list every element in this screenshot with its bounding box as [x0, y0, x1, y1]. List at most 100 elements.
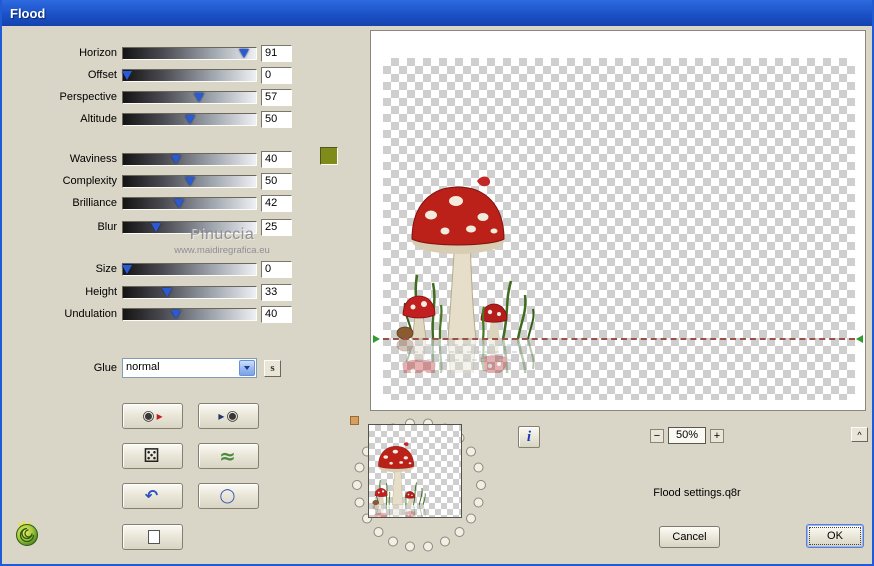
waviness-label: Waviness: [69, 153, 117, 165]
copy-settings-button[interactable]: [122, 524, 183, 550]
preview-thumbnail[interactable]: [368, 424, 462, 518]
horizon-slider[interactable]: [122, 46, 257, 60]
zoom-out-button[interactable]: −: [650, 429, 664, 443]
cancel-button[interactable]: Cancel: [659, 526, 720, 548]
dice-icon: ⚄: [143, 444, 160, 467]
altitude-slider-thumb[interactable]: [184, 114, 195, 124]
altitude-slider[interactable]: [122, 112, 257, 126]
info-button[interactable]: i: [518, 426, 540, 448]
water-color-swatch[interactable]: [320, 147, 338, 165]
disc-icon: ◉: [226, 408, 239, 424]
complexity-label: Complexity: [62, 175, 117, 187]
slider-row-horizon: Horizon: [42, 44, 304, 62]
load-preset-disc-button[interactable]: ◉ ▸: [122, 403, 183, 429]
glue-selected-value: normal: [126, 361, 160, 373]
offset-slider[interactable]: [121, 68, 257, 82]
brilliance-slider-thumb[interactable]: [173, 198, 184, 208]
ok-button[interactable]: OK: [806, 524, 864, 548]
size-label: Size: [95, 263, 117, 275]
horizon-label: Horizon: [79, 47, 117, 59]
offset-slider-thumb[interactable]: [121, 70, 132, 80]
preview-canvas[interactable]: [383, 58, 855, 400]
waves-icon: ≈: [219, 444, 236, 468]
slider-row-brilliance: Brilliance: [42, 194, 304, 212]
slider-row-perspective: Perspective: [42, 88, 304, 106]
size-value-field[interactable]: [261, 260, 292, 278]
height-label: Height: [85, 286, 117, 298]
shell-logo-icon[interactable]: [14, 520, 41, 547]
window-title: Flood: [10, 5, 46, 21]
slider-row-undulation: Undulation: [42, 305, 304, 323]
waviness-slider-thumb[interactable]: [171, 154, 182, 164]
complexity-value-field[interactable]: [261, 172, 292, 190]
blur-slider[interactable]: [122, 220, 257, 234]
height-value-field[interactable]: [261, 283, 292, 301]
pages-icon: [147, 526, 164, 544]
complexity-slider[interactable]: [122, 174, 257, 188]
thumbnail-image: [371, 437, 429, 518]
size-slider-thumb[interactable]: [121, 264, 132, 274]
preview-panel: [370, 30, 866, 411]
undulation-value-field[interactable]: [261, 305, 292, 323]
zoom-in-button[interactable]: +: [710, 429, 724, 443]
undo-arrow-icon: ↶: [144, 486, 159, 505]
info-icon: i: [526, 428, 532, 445]
undulation-slider-thumb[interactable]: [171, 309, 182, 319]
circle-icon: ◯: [219, 488, 236, 504]
offset-value-field[interactable]: [261, 66, 292, 84]
waviness-value-field[interactable]: [261, 150, 292, 168]
settings-filename: Flood settings.q8r: [653, 487, 741, 499]
play-icon: ▸: [156, 409, 163, 423]
brilliance-slider[interactable]: [122, 196, 257, 210]
mushroom-image: [395, 176, 535, 373]
complexity-slider-thumb[interactable]: [184, 176, 195, 186]
slider-row-blur: Blur: [42, 218, 304, 236]
horizon-arrow-right-icon: [856, 335, 863, 343]
glue-label: Glue: [93, 362, 117, 374]
horizon-arrow-left-icon: [373, 335, 380, 343]
brilliance-label: Brilliance: [72, 197, 117, 209]
height-slider-thumb[interactable]: [161, 287, 172, 297]
scroll-up-button[interactable]: ^: [851, 427, 868, 442]
wave-preset-button[interactable]: ≈: [198, 443, 259, 469]
zoom-level: 50%: [668, 427, 706, 444]
slider-row-size: Size: [42, 260, 304, 278]
altitude-label: Altitude: [80, 113, 117, 125]
random-dice-button[interactable]: ⚄: [122, 443, 183, 469]
blur-slider-thumb[interactable]: [151, 222, 162, 232]
slider-row-altitude: Altitude: [42, 110, 304, 128]
cycle-icon: s: [270, 362, 275, 374]
waviness-slider[interactable]: [122, 152, 257, 166]
slider-row-waviness: Waviness: [42, 150, 304, 168]
undulation-slider[interactable]: [122, 307, 257, 321]
glue-cycle-button[interactable]: s: [264, 359, 281, 377]
perspective-label: Perspective: [59, 91, 117, 103]
flood-dialog: Flood Horizon Offset Perspective Altitud…: [0, 0, 874, 566]
perspective-slider-thumb[interactable]: [193, 92, 204, 102]
save-preset-disc-button[interactable]: ▸ ◉: [198, 403, 259, 429]
slider-row-offset: Offset: [42, 66, 304, 84]
altitude-value-field[interactable]: [261, 110, 292, 128]
glue-row: Glue normal s: [42, 358, 312, 378]
slider-row-height: Height: [42, 283, 304, 301]
blur-label: Blur: [97, 221, 117, 233]
perspective-slider[interactable]: [122, 90, 257, 104]
perspective-value-field[interactable]: [261, 88, 292, 106]
chevron-down-icon[interactable]: [239, 360, 255, 376]
offset-label: Offset: [87, 69, 117, 81]
play-icon: ▸: [218, 409, 225, 423]
horizon-value-field[interactable]: [261, 44, 292, 62]
watermark-line2: www.maidiregrafica.eu: [174, 245, 270, 256]
disc-icon: ◉: [142, 408, 155, 424]
horizon-slider-thumb[interactable]: [239, 48, 250, 58]
horizon-line[interactable]: [383, 338, 855, 340]
titlebar[interactable]: Flood: [2, 0, 872, 26]
reset-circle-button[interactable]: ◯: [198, 483, 259, 509]
size-slider[interactable]: [121, 262, 257, 276]
height-slider[interactable]: [122, 285, 257, 299]
undulation-label: Undulation: [64, 308, 117, 320]
brilliance-value-field[interactable]: [261, 194, 292, 212]
glue-select[interactable]: normal: [122, 358, 257, 378]
undo-button[interactable]: ↶: [122, 483, 183, 509]
blur-value-field[interactable]: [261, 218, 292, 236]
